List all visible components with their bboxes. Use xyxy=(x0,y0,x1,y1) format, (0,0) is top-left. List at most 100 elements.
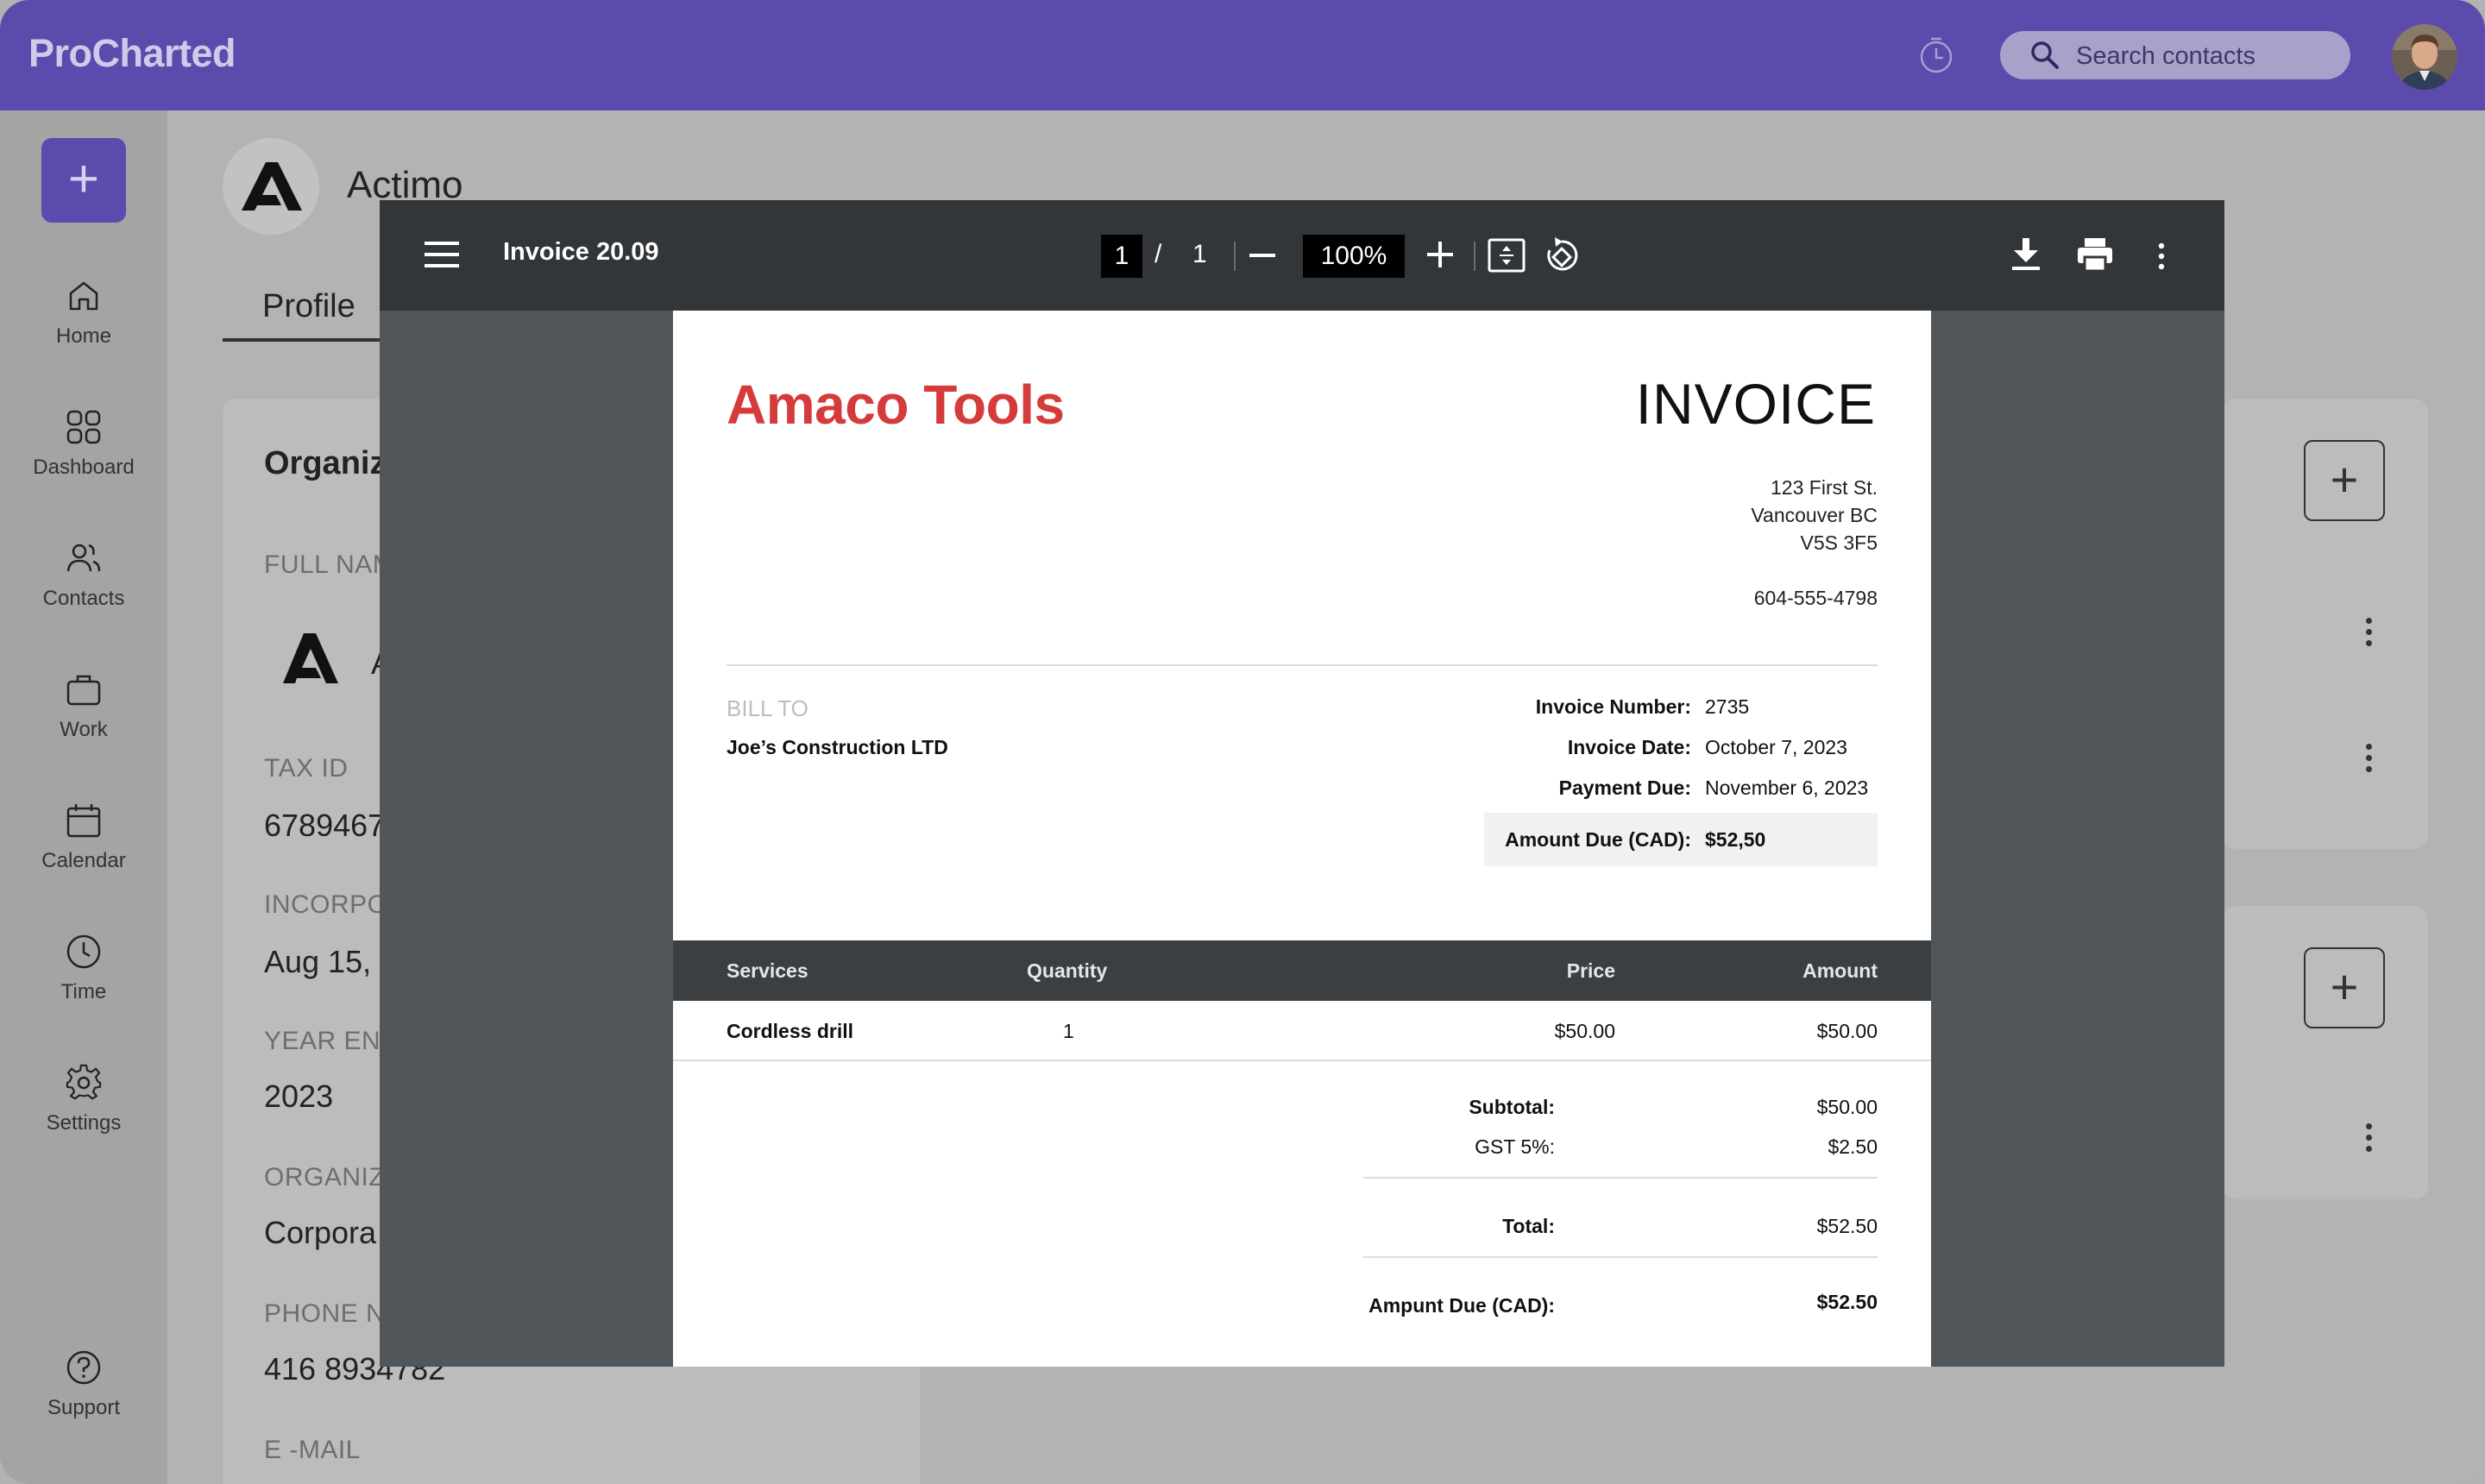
field-value: 2023 xyxy=(264,1078,334,1114)
amount-due-total-value: $52.50 xyxy=(1816,1291,1878,1313)
field-label: FULL NAM xyxy=(264,550,395,579)
fit-page-icon[interactable] xyxy=(1488,238,1526,273)
phone-number: 604-555-4798 xyxy=(1753,587,1878,609)
row-amount: $50.00 xyxy=(1816,1020,1878,1042)
invoice-number-label: Invoice Number: xyxy=(1535,695,1691,718)
gst-label: GST 5%: xyxy=(1475,1135,1555,1158)
briefcase-icon xyxy=(66,675,101,706)
page-number-input[interactable]: 1 xyxy=(1101,235,1142,278)
document-title: Invoice 20.09 xyxy=(503,238,659,266)
amount-due-label: Amount Due (CAD): xyxy=(1505,828,1691,851)
rotate-icon[interactable] xyxy=(1544,236,1579,273)
row-price: $50.00 xyxy=(1554,1020,1615,1042)
invoice-date-label: Invoice Date: xyxy=(1567,736,1691,758)
sidebar-item-label: Home xyxy=(55,324,112,348)
row-service: Cordless drill xyxy=(727,1020,853,1042)
more-options-icon[interactable] xyxy=(2364,618,2373,652)
address-line: V5S 3F5 xyxy=(1800,531,1878,554)
table-header: Services Quantity Price Amount xyxy=(673,940,1931,1001)
sidebar-item-label: Work xyxy=(60,718,108,741)
gear-icon xyxy=(66,1064,102,1100)
sidebar-item-calendar[interactable]: Calendar xyxy=(0,801,167,913)
tab-underline xyxy=(223,338,387,342)
brand-logo[interactable]: ProCharted xyxy=(28,31,236,76)
field-value: Aug 15, 2 xyxy=(264,944,398,979)
sidebar-item-label: Calendar xyxy=(41,849,126,872)
timer-icon[interactable] xyxy=(1917,36,1955,74)
sidebar-item-dashboard[interactable]: Dashboard xyxy=(0,407,167,519)
sidebar-item-contacts[interactable]: Contacts xyxy=(0,538,167,651)
plus-icon: + xyxy=(67,149,100,209)
address-line: 123 First St. xyxy=(1771,476,1878,499)
amount-due-total-label: Ampunt Due (CAD): xyxy=(1368,1294,1555,1317)
calendar-icon xyxy=(66,804,101,838)
zoom-level-input[interactable]: 100% xyxy=(1303,235,1405,278)
field-value: Corpora xyxy=(264,1215,377,1250)
print-icon[interactable] xyxy=(2076,236,2114,273)
sidebar-item-time[interactable]: Time xyxy=(0,932,167,1044)
org-logo xyxy=(223,138,319,235)
sidebar-item-label: Time xyxy=(60,980,107,1003)
sidebar: + Home Dashboard Contacts Work Calendar … xyxy=(0,110,167,1484)
field-label: PHONE N xyxy=(264,1299,386,1328)
divider xyxy=(673,1060,1931,1061)
menu-icon[interactable] xyxy=(425,240,459,269)
sidebar-item-support[interactable]: Support xyxy=(0,1348,167,1460)
zoom-out-button[interactable] xyxy=(1249,254,1275,257)
payment-due-label: Payment Due: xyxy=(1558,777,1691,799)
invoice-date-value: October 7, 2023 xyxy=(1705,736,1847,758)
invoice-page: Amaco Tools INVOICE 123 First St. Vancou… xyxy=(673,311,1931,1367)
field-label: ORGANIZ xyxy=(264,1163,386,1192)
plus-icon: + xyxy=(2330,959,2359,1014)
column-header-quantity: Quantity xyxy=(1027,959,1108,982)
sidebar-item-label: Settings xyxy=(46,1111,122,1135)
search-placeholder: Search contacts xyxy=(2076,42,2255,70)
invoice-title: INVOICE xyxy=(1635,372,1876,436)
total-label: Total: xyxy=(1502,1215,1555,1237)
subtotal-value: $50.00 xyxy=(1816,1096,1878,1118)
bill-to-value: Joe’s Construction LTD xyxy=(727,736,948,758)
app-window: ProCharted Search contacts + Home Dashbo… xyxy=(0,0,2485,1484)
divider xyxy=(1363,1177,1878,1179)
divider xyxy=(1363,1256,1878,1258)
more-options-icon[interactable] xyxy=(2364,744,2373,778)
org-logo-small xyxy=(278,626,343,689)
field-label: TAX ID xyxy=(264,754,349,783)
field-label: INCORPO xyxy=(264,890,388,919)
add-item-button[interactable]: + xyxy=(2304,440,2385,521)
download-icon[interactable] xyxy=(2010,236,2041,271)
page-separator: / xyxy=(1154,240,1162,268)
create-new-button[interactable]: + xyxy=(41,138,126,223)
tab-profile[interactable]: Profile xyxy=(262,288,355,325)
company-name: Amaco Tools xyxy=(727,374,1065,436)
card-title: Organiz xyxy=(264,445,387,481)
sidebar-item-settings[interactable]: Settings xyxy=(0,1063,167,1175)
sidebar-item-label: Contacts xyxy=(42,587,125,610)
sidebar-item-home[interactable]: Home xyxy=(0,276,167,388)
bill-to-label: BILL TO xyxy=(727,695,808,721)
clock-icon xyxy=(66,934,101,969)
add-item-button[interactable]: + xyxy=(2304,947,2385,1028)
user-avatar[interactable] xyxy=(2392,24,2457,90)
address-line: Vancouver BC xyxy=(1751,504,1878,526)
search-icon xyxy=(2031,41,2059,69)
search-input[interactable]: Search contacts xyxy=(2000,31,2350,79)
gst-value: $2.50 xyxy=(1828,1135,1878,1158)
sidebar-item-work[interactable]: Work xyxy=(0,670,167,782)
top-bar: ProCharted Search contacts xyxy=(0,0,2485,110)
sidebar-item-label: Dashboard xyxy=(33,456,135,479)
help-icon xyxy=(66,1350,101,1385)
more-options-icon[interactable] xyxy=(2364,1123,2373,1158)
contacts-icon xyxy=(66,544,101,572)
toolbar-divider xyxy=(1234,242,1236,271)
field-value: 6789467 xyxy=(264,808,386,843)
amount-due-value: $52,50 xyxy=(1705,828,1766,851)
column-header-services: Services xyxy=(727,959,808,982)
more-vert-icon[interactable] xyxy=(2157,242,2166,271)
payment-due-value: November 6, 2023 xyxy=(1705,777,1869,799)
page-total: 1 xyxy=(1192,240,1207,268)
zoom-in-button[interactable] xyxy=(1425,240,1455,269)
total-value: $52.50 xyxy=(1816,1215,1878,1237)
toolbar-divider xyxy=(1474,242,1475,271)
dashboard-icon xyxy=(66,410,101,444)
